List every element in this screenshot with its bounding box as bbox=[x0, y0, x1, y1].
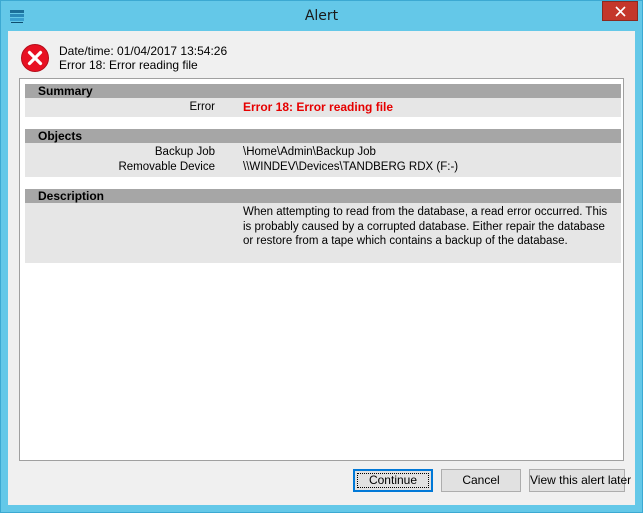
summary-row-error: Error Error 18: Error reading file bbox=[25, 100, 621, 114]
continue-button[interactable]: Continue bbox=[353, 469, 433, 492]
title-bar[interactable]: Alert bbox=[1, 1, 642, 31]
close-icon bbox=[615, 6, 626, 17]
focus-rectangle bbox=[357, 473, 429, 488]
view-later-button[interactable]: View this alert later bbox=[529, 469, 631, 492]
alert-error-summary: Error 18: Error reading file bbox=[59, 58, 198, 72]
description-section-body: When attempting to read from the databas… bbox=[25, 203, 621, 263]
summary-error-value: Error 18: Error reading file bbox=[243, 100, 394, 114]
removable-device-label: Removable Device bbox=[118, 161, 215, 173]
details-panel[interactable]: Summary Error Error 18: Error reading fi… bbox=[19, 78, 624, 461]
error-icon bbox=[21, 44, 49, 72]
backup-job-label: Backup Job bbox=[154, 146, 215, 158]
alert-window: Alert Date/time: 01/04/2017 13:54:26 Err… bbox=[0, 0, 643, 513]
close-button[interactable] bbox=[602, 1, 638, 21]
cancel-button-label: Cancel bbox=[462, 473, 500, 487]
objects-row-removable-device: Removable Device \\WINDEV\Devices\TANDBE… bbox=[25, 160, 621, 174]
alert-header: Date/time: 01/04/2017 13:54:26 Error 18:… bbox=[18, 42, 618, 76]
description-section-header: Description bbox=[25, 189, 621, 203]
objects-section-header: Objects bbox=[25, 129, 621, 143]
window-title: Alert bbox=[304, 8, 339, 24]
backup-job-value: \Home\Admin\Backup Job bbox=[243, 146, 376, 158]
removable-device-value: \\WINDEV\Devices\TANDBERG RDX (F:-) bbox=[243, 161, 459, 173]
summary-section-body: Error Error 18: Error reading file bbox=[25, 98, 621, 117]
view-later-button-label: View this alert later bbox=[530, 473, 632, 487]
summary-error-label: Error bbox=[189, 101, 215, 113]
alert-datetime: Date/time: 01/04/2017 13:54:26 bbox=[59, 44, 228, 58]
summary-section-header: Summary bbox=[25, 84, 621, 98]
cancel-button[interactable]: Cancel bbox=[441, 469, 521, 492]
dialog-body: Date/time: 01/04/2017 13:54:26 Error 18:… bbox=[8, 31, 635, 505]
objects-row-backup-job: Backup Job \Home\Admin\Backup Job bbox=[25, 145, 621, 159]
objects-section-body: Backup Job \Home\Admin\Backup Job Remova… bbox=[25, 143, 621, 177]
description-text: When attempting to read from the databas… bbox=[243, 206, 608, 247]
